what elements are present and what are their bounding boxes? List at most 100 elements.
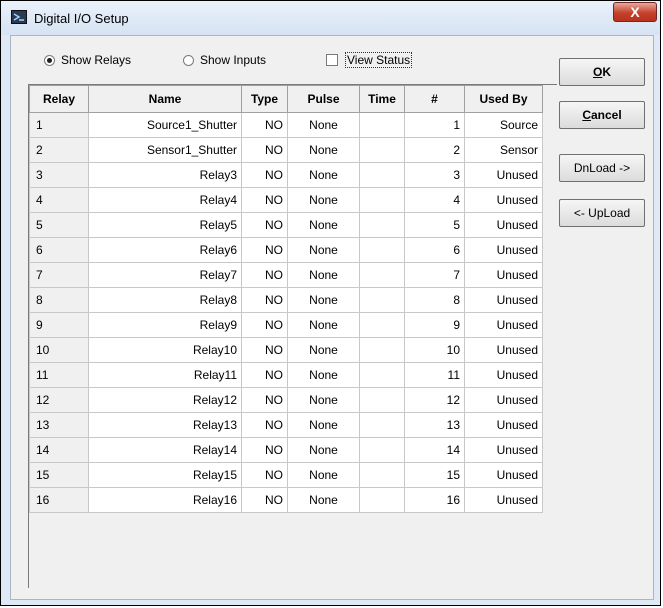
relay-used-by-cell[interactable]: Unused [464, 487, 543, 513]
relay-used-by-cell[interactable]: Unused [464, 387, 543, 413]
column-header-6[interactable]: Used By [464, 85, 543, 113]
relay-index-cell[interactable]: 13 [404, 412, 465, 438]
relay-used-by-cell[interactable]: Sensor [464, 137, 543, 163]
relay-index-cell[interactable]: 7 [404, 262, 465, 288]
relay-pulse-cell[interactable]: None [287, 237, 360, 263]
relay-number-cell[interactable]: 8 [29, 287, 89, 313]
relay-index-cell[interactable]: 9 [404, 312, 465, 338]
relay-time-cell[interactable] [359, 362, 405, 388]
relay-used-by-cell[interactable]: Unused [464, 187, 543, 213]
relay-name-cell[interactable]: Relay4 [88, 187, 242, 213]
table-row[interactable]: 16 Relay16 NO None 16 Unused [29, 487, 543, 513]
relay-pulse-cell[interactable]: None [287, 212, 360, 238]
relay-time-cell[interactable] [359, 137, 405, 163]
table-row[interactable]: 2 Sensor1_Shutter NO None 2 Sensor [29, 137, 543, 163]
relay-index-cell[interactable]: 14 [404, 437, 465, 463]
column-header-0[interactable]: Relay [29, 85, 89, 113]
show-relays-radio[interactable]: Show Relays [44, 52, 131, 68]
view-status-checkbox[interactable]: View Status [326, 52, 413, 68]
relay-pulse-cell[interactable]: None [287, 387, 360, 413]
relay-number-cell[interactable]: 12 [29, 387, 89, 413]
relay-number-cell[interactable]: 5 [29, 212, 89, 238]
relay-type-cell[interactable]: NO [241, 287, 288, 313]
relay-name-cell[interactable]: Relay13 [88, 412, 242, 438]
relay-index-cell[interactable]: 4 [404, 187, 465, 213]
relay-used-by-cell[interactable]: Unused [464, 162, 543, 188]
relay-pulse-cell[interactable]: None [287, 187, 360, 213]
relay-pulse-cell[interactable]: None [287, 112, 360, 138]
ok-button[interactable]: OK [559, 58, 645, 86]
relay-name-cell[interactable]: Sensor1_Shutter [88, 137, 242, 163]
relay-number-cell[interactable]: 2 [29, 137, 89, 163]
relay-number-cell[interactable]: 13 [29, 412, 89, 438]
relay-used-by-cell[interactable]: Unused [464, 212, 543, 238]
table-row[interactable]: 7 Relay7 NO None 7 Unused [29, 262, 543, 288]
relay-type-cell[interactable]: NO [241, 462, 288, 488]
relay-used-by-cell[interactable]: Unused [464, 462, 543, 488]
relay-name-cell[interactable]: Relay12 [88, 387, 242, 413]
relay-used-by-cell[interactable]: Unused [464, 362, 543, 388]
column-header-1[interactable]: Name [88, 85, 242, 113]
relay-number-cell[interactable]: 7 [29, 262, 89, 288]
relay-name-cell[interactable]: Relay15 [88, 462, 242, 488]
relay-time-cell[interactable] [359, 437, 405, 463]
table-row[interactable]: 4 Relay4 NO None 4 Unused [29, 187, 543, 213]
title-bar[interactable]: Digital I/O Setup X [1, 1, 660, 35]
relay-time-cell[interactable] [359, 187, 405, 213]
relay-type-cell[interactable]: NO [241, 187, 288, 213]
relay-grid[interactable]: Relay Name Type Pulse Time # Used By 1 Source1_… [28, 84, 557, 588]
relay-time-cell[interactable] [359, 262, 405, 288]
table-row[interactable]: 14 Relay14 NO None 14 Unused [29, 437, 543, 463]
relay-index-cell[interactable]: 2 [404, 137, 465, 163]
relay-index-cell[interactable]: 5 [404, 212, 465, 238]
table-row[interactable]: 3 Relay3 NO None 3 Unused [29, 162, 543, 188]
table-row[interactable]: 1 Source1_Shutter NO None 1 Source [29, 112, 543, 138]
relay-index-cell[interactable]: 3 [404, 162, 465, 188]
relay-type-cell[interactable]: NO [241, 212, 288, 238]
relay-index-cell[interactable]: 1 [404, 112, 465, 138]
relay-pulse-cell[interactable]: None [287, 362, 360, 388]
relay-name-cell[interactable]: Relay5 [88, 212, 242, 238]
relay-type-cell[interactable]: NO [241, 437, 288, 463]
relay-type-cell[interactable]: NO [241, 487, 288, 513]
relay-time-cell[interactable] [359, 462, 405, 488]
relay-type-cell[interactable]: NO [241, 112, 288, 138]
relay-name-cell[interactable]: Relay10 [88, 337, 242, 363]
relay-pulse-cell[interactable]: None [287, 462, 360, 488]
relay-index-cell[interactable]: 11 [404, 362, 465, 388]
relay-type-cell[interactable]: NO [241, 137, 288, 163]
relay-number-cell[interactable]: 4 [29, 187, 89, 213]
relay-pulse-cell[interactable]: None [287, 312, 360, 338]
relay-type-cell[interactable]: NO [241, 387, 288, 413]
relay-pulse-cell[interactable]: None [287, 337, 360, 363]
relay-used-by-cell[interactable]: Unused [464, 262, 543, 288]
relay-name-cell[interactable]: Relay14 [88, 437, 242, 463]
show-inputs-radio[interactable]: Show Inputs [183, 52, 266, 68]
table-row[interactable]: 12 Relay12 NO None 12 Unused [29, 387, 543, 413]
relay-type-cell[interactable]: NO [241, 337, 288, 363]
relay-index-cell[interactable]: 16 [404, 487, 465, 513]
relay-pulse-cell[interactable]: None [287, 412, 360, 438]
relay-pulse-cell[interactable]: None [287, 162, 360, 188]
relay-used-by-cell[interactable]: Unused [464, 312, 543, 338]
relay-used-by-cell[interactable]: Unused [464, 412, 543, 438]
table-row[interactable]: 11 Relay11 NO None 11 Unused [29, 362, 543, 388]
relay-type-cell[interactable]: NO [241, 312, 288, 338]
relay-time-cell[interactable] [359, 312, 405, 338]
relay-type-cell[interactable]: NO [241, 362, 288, 388]
column-header-3[interactable]: Pulse [287, 85, 360, 113]
relay-used-by-cell[interactable]: Unused [464, 437, 543, 463]
relay-index-cell[interactable]: 6 [404, 237, 465, 263]
relay-pulse-cell[interactable]: None [287, 287, 360, 313]
relay-name-cell[interactable]: Relay7 [88, 262, 242, 288]
relay-time-cell[interactable] [359, 487, 405, 513]
relay-type-cell[interactable]: NO [241, 162, 288, 188]
table-row[interactable]: 5 Relay5 NO None 5 Unused [29, 212, 543, 238]
column-header-4[interactable]: Time [359, 85, 405, 113]
cancel-button[interactable]: Cancel [559, 101, 645, 129]
table-row[interactable]: 9 Relay9 NO None 9 Unused [29, 312, 543, 338]
relay-type-cell[interactable]: NO [241, 412, 288, 438]
relay-name-cell[interactable]: Relay11 [88, 362, 242, 388]
relay-time-cell[interactable] [359, 162, 405, 188]
relay-used-by-cell[interactable]: Unused [464, 287, 543, 313]
